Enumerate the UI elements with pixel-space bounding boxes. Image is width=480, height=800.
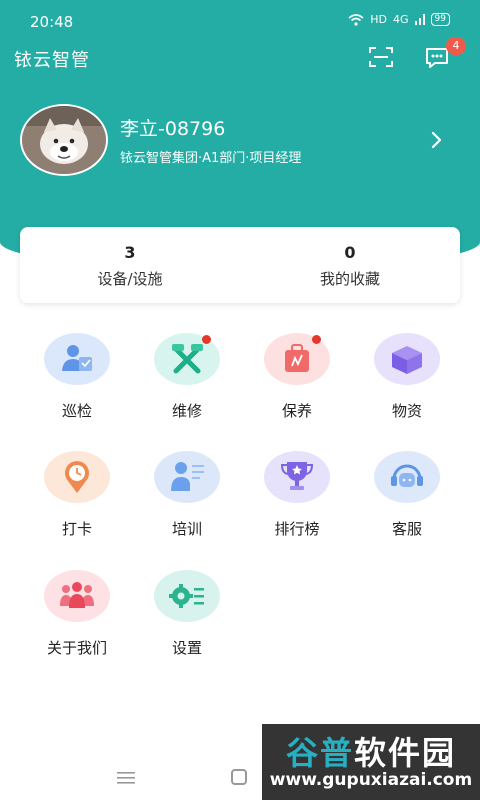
watermark-brand: 谷普软件园: [262, 728, 480, 774]
menu-label: 客服: [391, 520, 422, 538]
menu-label: 设置: [171, 639, 202, 657]
stat-devices-value: 3: [124, 243, 136, 262]
status-bar: 20:48 HD 4G 99: [0, 0, 480, 44]
clock-in-icon: [44, 451, 110, 503]
new-indicator-dot: [202, 335, 211, 344]
signal-label: 4G: [393, 13, 409, 26]
menu-item-repair[interactable]: 维修: [132, 333, 242, 421]
menu-item-training[interactable]: 培训: [132, 451, 242, 539]
menu-label: 排行榜: [274, 520, 320, 538]
watermark-url: www.gupuxiazai.com: [269, 770, 473, 790]
home-square-icon[interactable]: [231, 769, 247, 785]
training-icon: [154, 451, 220, 503]
watermark-brand-a: 谷普: [285, 734, 354, 772]
stat-favorites-value: 0: [344, 243, 356, 262]
message-badge: 4: [446, 37, 466, 55]
inspection-icon: [44, 333, 110, 385]
menu-label: 物资: [391, 402, 422, 420]
user-name[interactable]: 李立-08796: [120, 114, 225, 141]
chevron-right-icon[interactable]: [430, 130, 444, 150]
watermark-brand-b: 软件园: [354, 734, 457, 772]
network-label: HD: [370, 13, 388, 26]
stat-devices[interactable]: 3 设备/设施: [20, 227, 240, 303]
supplies-box-icon: [374, 333, 440, 385]
menu-item-about-us[interactable]: 关于我们: [22, 570, 132, 658]
stat-favorites[interactable]: 0 我的收藏: [240, 227, 460, 303]
new-indicator-dot: [312, 335, 321, 344]
status-time: 20:48: [30, 13, 74, 31]
signal-icon: [414, 14, 425, 25]
menu-label: 关于我们: [46, 639, 107, 657]
team-icon: [44, 570, 110, 622]
menu-label: 巡检: [61, 402, 92, 420]
stat-devices-label: 设备/设施: [97, 270, 163, 288]
menu-item-inspection[interactable]: 巡检: [22, 333, 132, 421]
menu-label: 维修: [171, 402, 202, 420]
menu-item-customer-service[interactable]: 客服: [352, 451, 462, 539]
stat-favorites-label: 我的收藏: [319, 270, 380, 288]
menu-item-clock-in[interactable]: 打卡: [22, 451, 132, 539]
menu-item-settings[interactable]: 设置: [132, 570, 242, 658]
headset-icon: [374, 451, 440, 503]
watermark: 谷普软件园 www.gupuxiazai.com: [262, 724, 480, 800]
scan-icon[interactable]: [368, 46, 394, 68]
menu-item-ranking[interactable]: 排行榜: [242, 451, 352, 539]
stats-card: 3 设备/设施 0 我的收藏: [20, 227, 460, 303]
app-title: 铱云智管: [14, 50, 90, 71]
menu-label: 保养: [281, 402, 312, 420]
battery-icon: 99: [430, 13, 450, 26]
menu-label: 打卡: [61, 520, 92, 538]
menu-label: 培训: [171, 520, 202, 538]
menu-item-maintenance[interactable]: 保养: [242, 333, 352, 421]
menu-item-supplies[interactable]: 物资: [352, 333, 462, 421]
menu-lines-icon[interactable]: [117, 771, 135, 785]
wifi-icon: [348, 13, 364, 26]
avatar[interactable]: [20, 104, 108, 176]
status-icons: HD 4G 99: [348, 13, 450, 26]
trophy-icon: [264, 451, 330, 503]
settings-icon: [154, 570, 220, 622]
user-organization: 铱云智管集团·A1部门·项目经理: [120, 151, 302, 166]
dog-avatar-icon: [22, 106, 106, 174]
